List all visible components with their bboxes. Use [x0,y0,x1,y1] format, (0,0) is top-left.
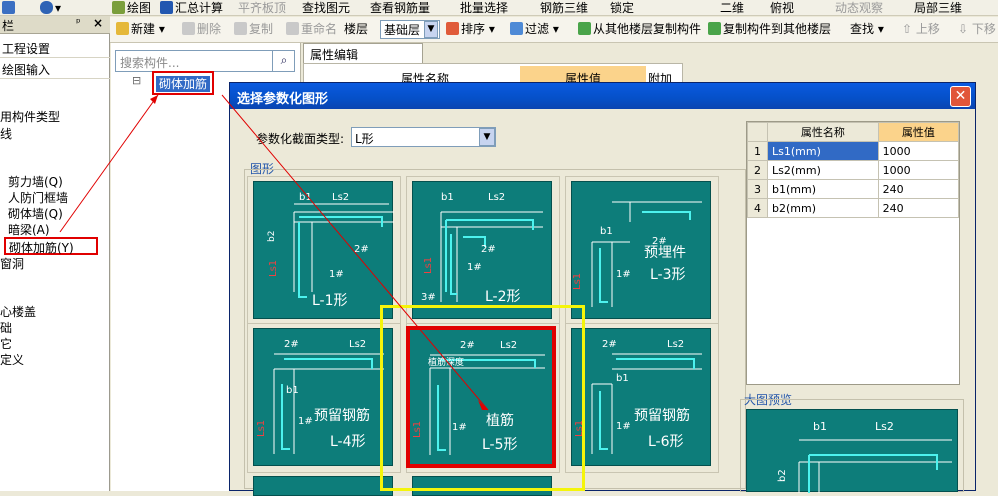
annotation-arrows [59,94,489,411]
